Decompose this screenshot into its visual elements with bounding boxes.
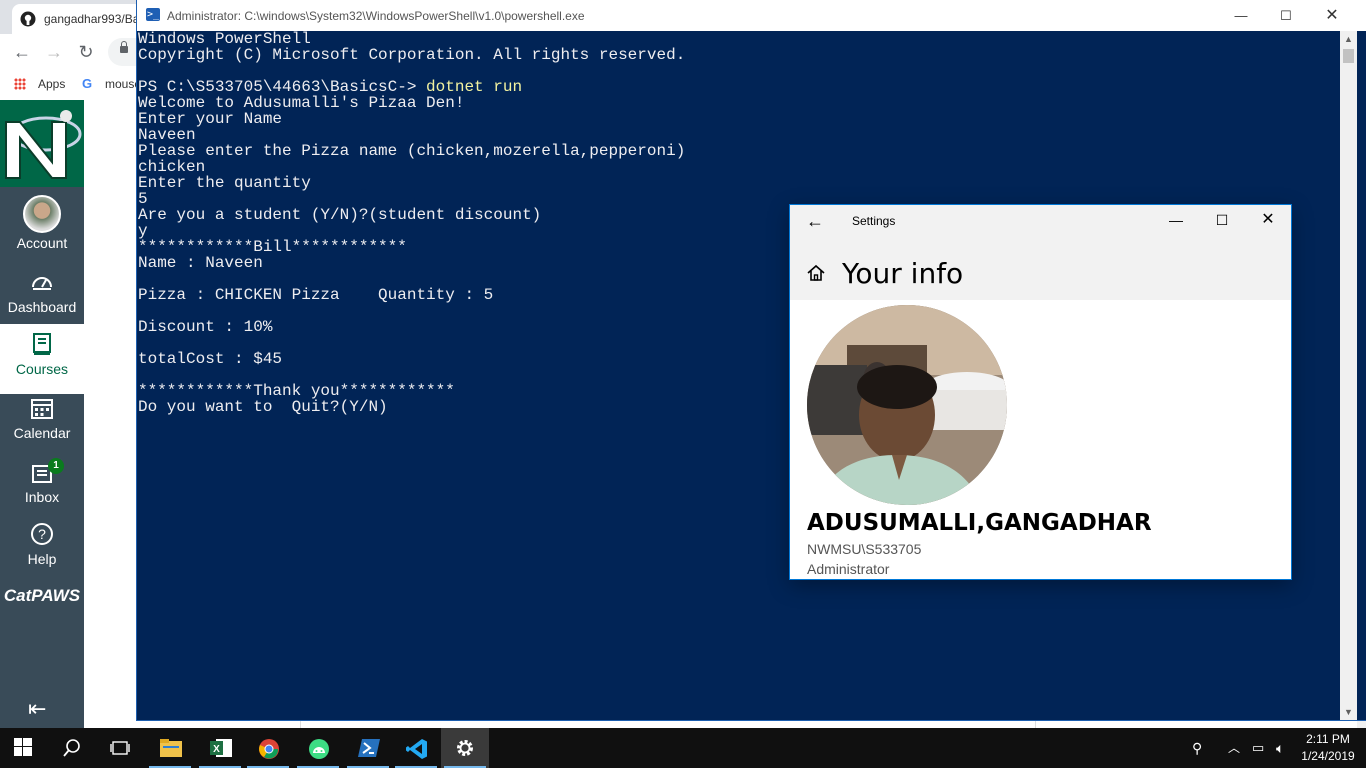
console-line: Enter the quantity <box>138 174 311 192</box>
help-icon: ? <box>31 523 53 545</box>
settings-title: Settings <box>852 214 896 228</box>
nav-dashboard[interactable]: Dashboard <box>0 270 84 315</box>
inbox-badge: 1 <box>48 458 64 474</box>
settings-header: ← Settings — ☐ ✕ Your info <box>790 205 1291 300</box>
console-line: Copyright (C) Microsoft Corporation. All… <box>138 46 686 64</box>
console-line: Welcome to Adusumalli's Pizaa Den! <box>138 94 465 112</box>
back-icon[interactable]: ← <box>12 42 32 62</box>
console-scrollbar[interactable]: ▲ ▼ <box>1340 31 1357 720</box>
bookmark-apps[interactable]: Apps <box>38 77 65 91</box>
console-line: Naveen <box>138 126 196 144</box>
task-view-button[interactable] <box>96 728 144 768</box>
clock-date: 1/24/2019 <box>1301 749 1355 763</box>
svg-text:X: X <box>213 744 220 755</box>
chrome-icon <box>259 739 279 759</box>
user-account: NWMSU\S533705 <box>807 541 922 557</box>
scroll-thumb[interactable] <box>1343 49 1354 63</box>
github-icon <box>20 11 36 27</box>
forward-icon[interactable]: → <box>44 42 64 62</box>
close-button[interactable]: ✕ <box>1309 0 1355 31</box>
close-button[interactable]: ✕ <box>1245 205 1291 237</box>
bookmark-mouse[interactable]: mouse <box>105 77 141 91</box>
console-line: PS C:\S533705\44663\BasicsC-> dotnet run <box>138 78 523 96</box>
canvas-global-nav: Account Dashboard Courses Calendar 1 Inb… <box>0 100 84 728</box>
tab-title: gangadhar993/Ba <box>44 12 140 26</box>
show-hidden-icons-icon[interactable]: ︿ <box>1228 728 1240 768</box>
nw-logo-icon <box>0 100 84 187</box>
task-view-icon <box>110 741 130 755</box>
minimize-button[interactable]: — <box>1153 205 1199 237</box>
user-display-name: ADUSUMALLI,GANGADHAR <box>807 510 1152 536</box>
calendar-icon <box>31 399 53 419</box>
user-role: Administrator <box>807 561 890 577</box>
nav-account-label: Account <box>16 235 68 251</box>
dashboard-icon <box>32 277 52 290</box>
back-arrow-icon[interactable]: ← <box>806 211 824 232</box>
nav-calendar-label: Calendar <box>13 425 71 441</box>
reload-icon[interactable]: ↻ <box>76 42 96 62</box>
scroll-up-icon[interactable]: ▲ <box>1340 34 1357 44</box>
system-clock[interactable]: 2:11 PM 1/24/2019 <box>1296 731 1360 765</box>
people-icon[interactable]: ⚲ <box>1192 728 1202 768</box>
taskbar-vscode[interactable] <box>392 728 440 768</box>
taskbar-chrome[interactable] <box>244 728 292 768</box>
nav-account[interactable]: Account <box>0 195 84 251</box>
android-studio-icon <box>309 739 329 759</box>
powershell-title: Administrator: C:\windows\System32\Windo… <box>167 9 585 23</box>
nav-inbox[interactable]: 1 Inbox <box>0 458 84 505</box>
profile-photo <box>807 305 1007 505</box>
google-icon: G <box>82 76 93 91</box>
taskbar-file-explorer[interactable] <box>146 728 194 768</box>
lock-icon <box>120 41 128 53</box>
apps-grid-icon[interactable] <box>14 78 26 90</box>
windows-icon <box>14 738 32 756</box>
vscode-icon <box>406 739 427 759</box>
minimize-button[interactable]: — <box>1218 0 1264 31</box>
taskbar-android-studio[interactable] <box>294 728 342 768</box>
settings-icon <box>457 740 473 756</box>
search-button[interactable] <box>48 728 96 768</box>
university-logo[interactable] <box>0 100 84 187</box>
courses-icon <box>33 333 51 355</box>
settings-window: ← Settings — ☐ ✕ Your info ADUSUMALLI,GA… <box>790 205 1291 579</box>
browser-tab[interactable]: gangadhar993/Ba <box>12 4 142 34</box>
scroll-down-icon[interactable]: ▼ <box>1340 707 1357 717</box>
home-icon <box>807 264 825 281</box>
powershell-icon <box>358 739 380 757</box>
console-line: Enter your Name <box>138 110 283 128</box>
console-line: Please enter the Pizza name (chicken,moz… <box>138 142 686 160</box>
catpaws-brand[interactable]: CatPAWS <box>0 586 84 606</box>
search-icon <box>63 739 80 757</box>
taskbar-settings[interactable] <box>441 728 489 768</box>
taskbar-excel[interactable]: X <box>196 728 244 768</box>
excel-icon: X <box>210 739 232 757</box>
nav-calendar[interactable]: Calendar <box>0 396 84 441</box>
nav-dashboard-label: Dashboard <box>7 299 77 315</box>
maximize-button[interactable]: ☐ <box>1199 205 1245 237</box>
console-line: chicken <box>138 158 206 176</box>
powershell-icon: >_ <box>146 8 160 21</box>
powershell-titlebar[interactable]: >_ Administrator: C:\windows\System32\Wi… <box>137 0 1366 31</box>
volume-icon[interactable]: 🔈︎ <box>1276 728 1284 768</box>
taskbar: X ⚲ ︿ ▭ 🔈︎ 2:11 PM 1/24/2019 <box>0 728 1366 768</box>
nav-help[interactable]: ? Help <box>0 522 84 567</box>
collapse-nav-icon[interactable]: ⇤ <box>28 696 46 722</box>
page-heading: Your info <box>842 257 964 290</box>
nav-inbox-label: Inbox <box>24 489 60 505</box>
svg-text:?: ? <box>38 526 46 542</box>
maximize-button[interactable]: ☐ <box>1263 0 1309 31</box>
start-button[interactable] <box>0 728 48 768</box>
nav-courses-label: Courses <box>15 361 69 377</box>
taskbar-powershell[interactable] <box>344 728 392 768</box>
clock-time: 2:11 PM <box>1306 732 1350 746</box>
nav-courses[interactable]: Courses <box>0 324 84 394</box>
nav-help-label: Help <box>27 551 57 567</box>
avatar <box>23 195 61 233</box>
file-explorer-icon <box>160 739 182 757</box>
console-line: Windows PowerShell <box>138 30 311 48</box>
network-icon[interactable]: ▭ <box>1252 728 1264 768</box>
